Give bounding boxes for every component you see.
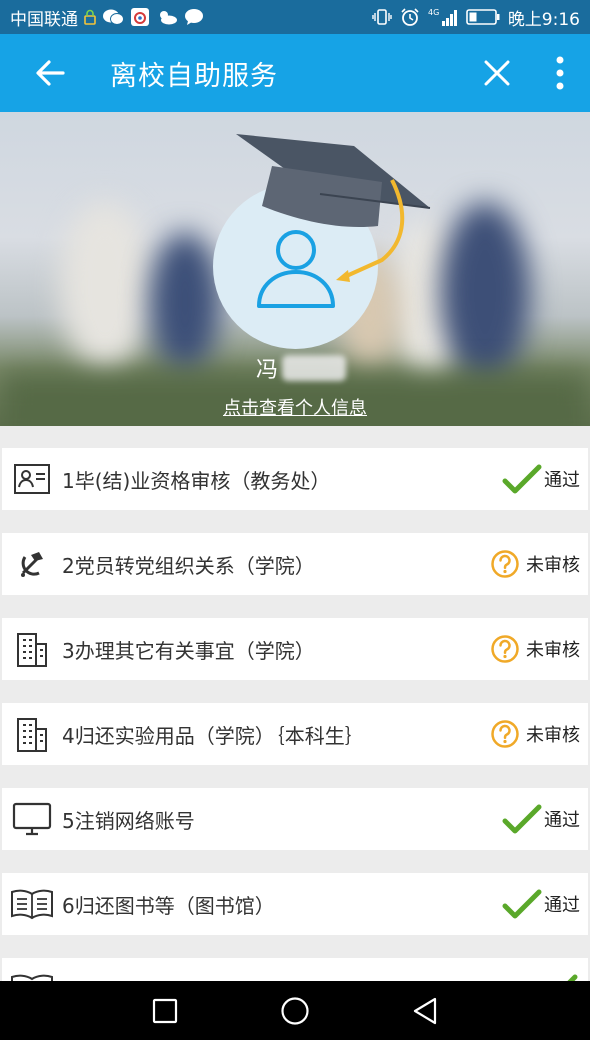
status-passed: 通过: [502, 463, 580, 495]
graduation-cap-icon: [236, 134, 431, 282]
nav-back-button[interactable]: [395, 981, 455, 1040]
system-nav-bar: [0, 981, 590, 1040]
status-pending: 未审核: [490, 634, 580, 664]
circle-icon: [281, 996, 309, 1025]
back-button[interactable]: [0, 34, 100, 112]
hammer-sickle-icon: [2, 533, 62, 595]
status-text: 通过: [544, 895, 580, 916]
status-pending: 未审核: [490, 719, 580, 749]
page-title: 离校自助服务: [110, 60, 278, 92]
status-text: 未审核: [526, 725, 580, 746]
monitor-icon: [2, 788, 62, 850]
alarm-icon: [400, 7, 420, 27]
recent-apps-button[interactable]: [135, 981, 195, 1040]
app-bar: 离校自助服务: [0, 34, 590, 112]
app-root: 中国联通 4G 晚上9:16 离校自助服务 冯 点击查看个人信息 1毕(结)业资…: [0, 0, 590, 1040]
book-icon: [2, 873, 62, 935]
redacted-name: [282, 355, 347, 381]
status-right: 4G 晚上9:16: [372, 5, 580, 30]
check-icon: [502, 889, 542, 919]
list-item[interactable]: 6归还图书等（图书馆） 通过: [2, 873, 588, 935]
status-text: 未审核: [526, 555, 580, 576]
question-circle-icon: [491, 720, 519, 748]
building-icon: [2, 703, 62, 765]
item-label: 3办理其它有关事宜（学院）: [62, 638, 315, 663]
chat-bubble-icon: [184, 8, 204, 26]
view-profile-link[interactable]: 点击查看个人信息: [0, 394, 590, 420]
list-item[interactable]: 1毕(结)业资格审核（教务处） 通过: [2, 448, 588, 510]
triangle-back-icon: [413, 997, 437, 1024]
status-left: 中国联通: [10, 5, 204, 30]
wechat-icon: [102, 8, 124, 26]
service-list: 1毕(结)业资格审核（教务处） 通过 2党员转党组织关系（学院） 未审核 3办理…: [0, 426, 590, 981]
list-item[interactable]: [2, 958, 588, 981]
list-item[interactable]: 2党员转党组织关系（学院） 未审核: [2, 533, 588, 595]
more-vertical-icon: [556, 56, 564, 90]
battery-icon: [466, 8, 500, 26]
weather-icon: [156, 8, 178, 26]
arrow-left-icon: [36, 60, 65, 86]
profile-banner: 冯 点击查看个人信息: [0, 112, 590, 426]
weibo-app-icon: [130, 7, 150, 27]
vibrate-icon: [372, 8, 392, 26]
close-icon: [484, 60, 510, 86]
user-name-text: 冯: [256, 358, 279, 383]
carrier-label: 中国联通: [10, 9, 78, 30]
status-text: 通过: [544, 810, 580, 831]
lock-icon: [84, 9, 96, 25]
check-icon: [567, 974, 578, 981]
clock-time: 晚上9:16: [507, 9, 580, 30]
user-name: 冯: [256, 352, 347, 384]
status-passed: 通过: [502, 803, 580, 835]
network-type: 4G: [428, 8, 439, 17]
book-icon: [2, 958, 62, 981]
signal-icon: 4G: [428, 7, 458, 27]
status-passed: 通过: [502, 888, 580, 920]
status-pending: 未审核: [490, 549, 580, 579]
item-label: 2党员转党组织关系（学院）: [62, 553, 315, 578]
id-card-icon: [2, 448, 62, 510]
item-label: 1毕(结)业资格审核（教务处）: [62, 468, 331, 493]
item-label: 6归还图书等（图书馆）: [62, 893, 275, 918]
status-passed: [538, 973, 580, 981]
list-item[interactable]: 4归还实验用品（学院）｛本科生｝ 未审核: [2, 703, 588, 765]
item-label: 4归还实验用品（学院）｛本科生｝: [62, 723, 365, 748]
question-circle-icon: [491, 550, 519, 578]
background-photo-blur: [60, 202, 150, 372]
square-icon: [152, 998, 178, 1023]
more-options-button[interactable]: [530, 34, 590, 112]
list-item[interactable]: 3办理其它有关事宜（学院） 未审核: [2, 618, 588, 680]
question-circle-icon: [491, 635, 519, 663]
status-bar: 中国联通 4G 晚上9:16: [0, 0, 590, 34]
home-button[interactable]: [265, 981, 325, 1040]
list-item[interactable]: 5注销网络账号 通过: [2, 788, 588, 850]
close-button[interactable]: [464, 34, 530, 112]
status-text: 未审核: [526, 640, 580, 661]
item-label: 5注销网络账号: [62, 808, 195, 833]
check-icon: [502, 464, 542, 494]
status-text: 通过: [544, 470, 580, 491]
check-icon: [502, 804, 542, 834]
building-icon: [2, 618, 62, 680]
